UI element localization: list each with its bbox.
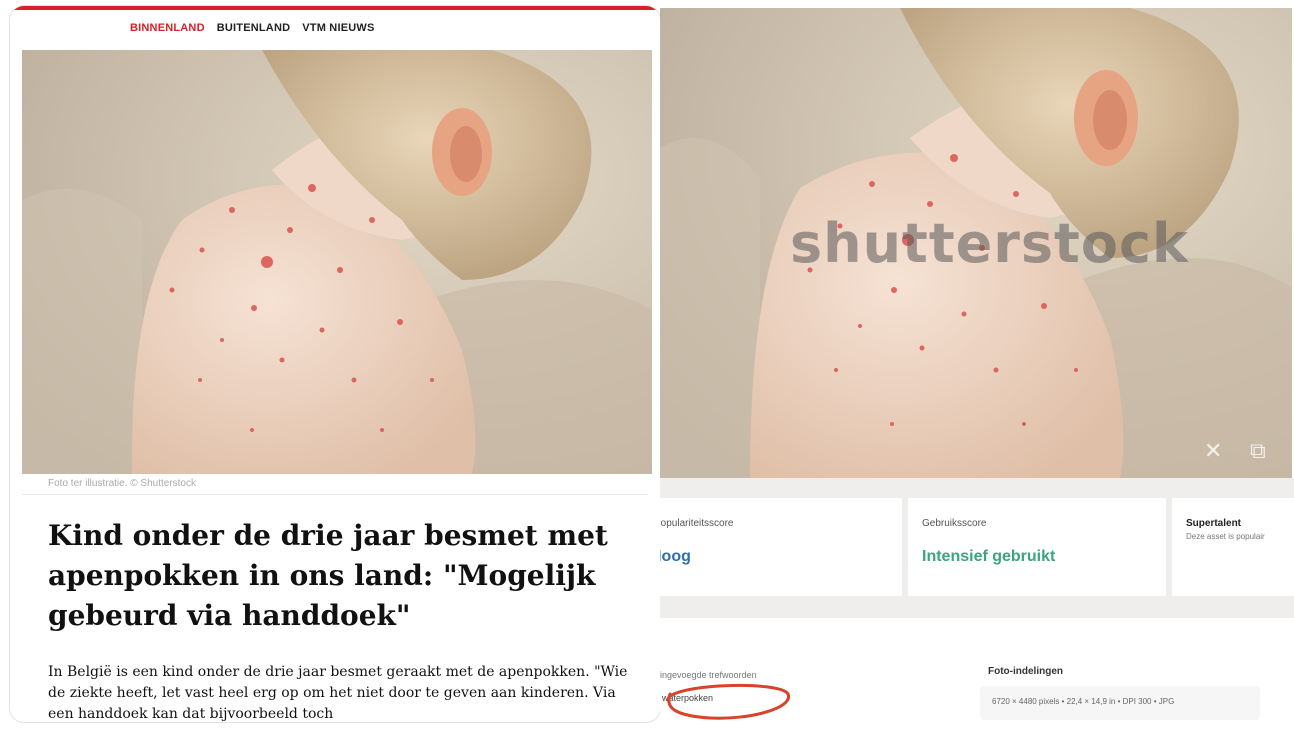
article-headline: Kind onder de drie jaar besmet met apenp… bbox=[48, 519, 608, 632]
red-circle-annotation bbox=[666, 683, 790, 720]
news-article-screenshot: BINNENLAND BUITENLAND VTM NIEUWS Foto te… bbox=[10, 6, 660, 722]
formats-label: Foto-indelingen bbox=[988, 666, 1063, 677]
usage-value: Intensief gebruikt bbox=[922, 548, 1056, 565]
nav-item-buitenland[interactable]: BUITENLAND bbox=[217, 22, 291, 34]
popularity-value: Hoog bbox=[660, 548, 691, 565]
brand-bar bbox=[10, 6, 660, 10]
shutterstock-watermark: shutterstock bbox=[790, 212, 1189, 275]
formats-value: 6720 × 4480 pixels • 22,4 × 14,9 in • DP… bbox=[992, 697, 1175, 706]
details-panel: ingevoegde trefwoorden waterpokken Foto-… bbox=[660, 618, 1294, 734]
talent-sub: Deze asset is populair bbox=[1186, 532, 1265, 541]
article-intro: In België is een kind onder de drie jaar… bbox=[48, 664, 628, 722]
section-nav: BINNENLAND BUITENLAND VTM NIEUWS bbox=[130, 22, 375, 34]
crop-icon[interactable]: ⧉ bbox=[1250, 438, 1266, 464]
divider bbox=[22, 494, 648, 495]
nav-item-binnenland[interactable]: BINNENLAND bbox=[130, 22, 205, 34]
popularity-card: Populariteitsscore Hoog bbox=[660, 498, 902, 596]
stock-photo-page-screenshot: shutterstock ✕ ⧉ Populariteitsscore Hoog… bbox=[660, 0, 1294, 734]
usage-label: Gebruiksscore bbox=[922, 518, 987, 529]
talent-card: Supertalent Deze asset is populair bbox=[1172, 498, 1294, 596]
formats-box: 6720 × 4480 pixels • 22,4 × 14,9 in • DP… bbox=[980, 686, 1260, 720]
popularity-label: Populariteitsscore bbox=[660, 518, 734, 529]
usage-card: Gebruiksscore Intensief gebruikt bbox=[908, 498, 1166, 596]
close-icon[interactable]: ✕ bbox=[1204, 438, 1222, 464]
article-photo bbox=[22, 50, 652, 474]
nav-item-vtm-nieuws[interactable]: VTM NIEUWS bbox=[302, 22, 374, 34]
talent-label: Supertalent bbox=[1186, 518, 1242, 529]
photo-caption: Foto ter illustratie. © Shutterstock bbox=[48, 478, 196, 489]
